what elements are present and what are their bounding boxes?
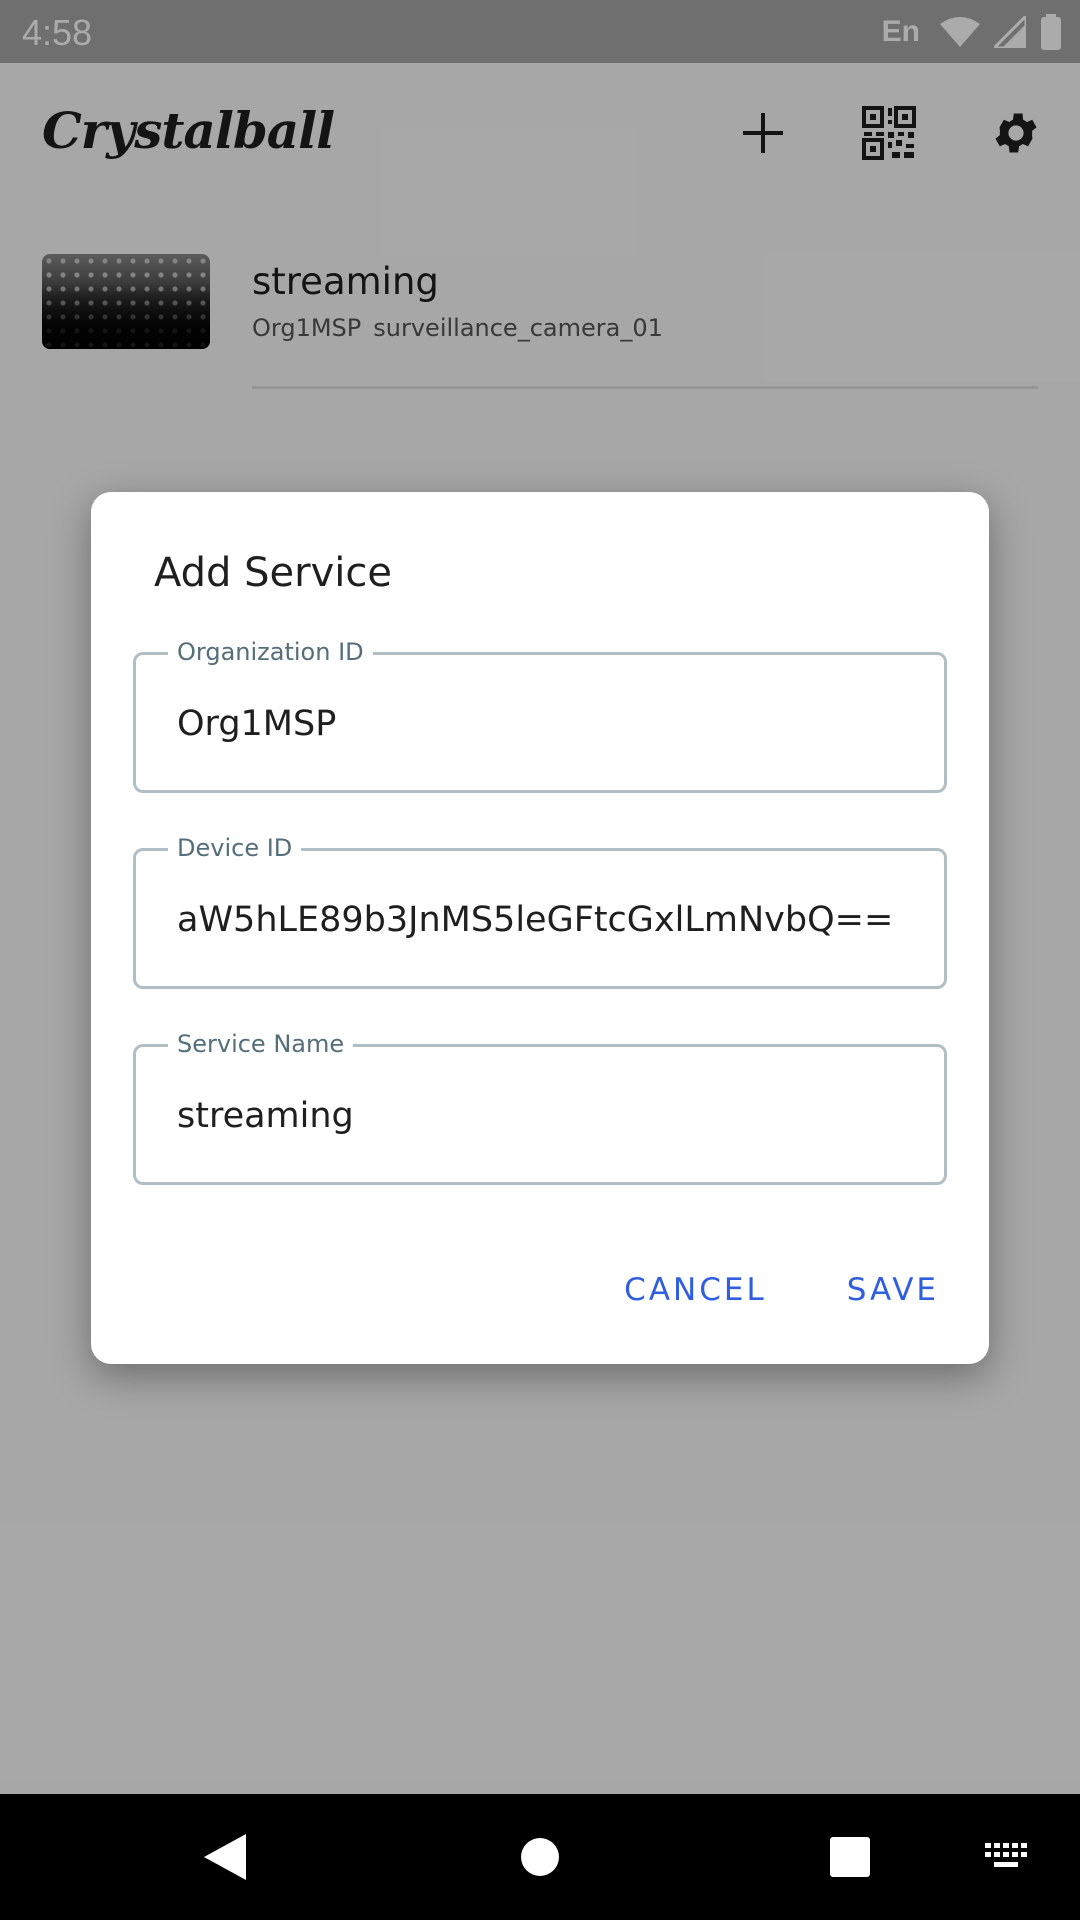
save-button[interactable]: SAVE: [847, 1272, 939, 1308]
service-name-field[interactable]: Service Name streaming: [133, 1029, 947, 1185]
keyboard-icon: [985, 1843, 1027, 1867]
dialog-actions: CANCEL SAVE: [624, 1272, 939, 1308]
navigation-bar: [0, 1794, 1080, 1920]
recents-icon: [830, 1837, 870, 1877]
cancel-button[interactable]: CANCEL: [624, 1272, 767, 1308]
device-id-input[interactable]: aW5hLE89b3JnMS5leGFtcGxlLmNvbQ==: [177, 899, 906, 941]
home-icon: [521, 1838, 559, 1876]
recents-button[interactable]: [815, 1822, 885, 1892]
device-id-value: aW5hLE89b3JnMS5leGFtcGxlLmNvbQ==: [177, 900, 894, 940]
keyboard-switch-button[interactable]: [972, 1822, 1042, 1892]
service-name-input[interactable]: streaming: [177, 1095, 906, 1137]
device-id-field[interactable]: Device ID aW5hLE89b3JnMS5leGFtcGxlLmNvbQ…: [133, 833, 947, 989]
service-name-label: Service Name: [168, 1029, 354, 1059]
organization-id-input[interactable]: Org1MSP: [177, 703, 906, 745]
organization-id-field[interactable]: Organization ID Org1MSP: [133, 637, 947, 793]
organization-id-label: Organization ID: [168, 637, 373, 667]
back-button[interactable]: [190, 1822, 260, 1892]
add-service-dialog: Add Service Organization ID Org1MSP Devi…: [91, 492, 989, 1364]
home-button[interactable]: [505, 1822, 575, 1892]
back-icon: [204, 1834, 246, 1880]
device-id-label: Device ID: [168, 833, 302, 863]
dialog-title: Add Service: [154, 550, 392, 596]
